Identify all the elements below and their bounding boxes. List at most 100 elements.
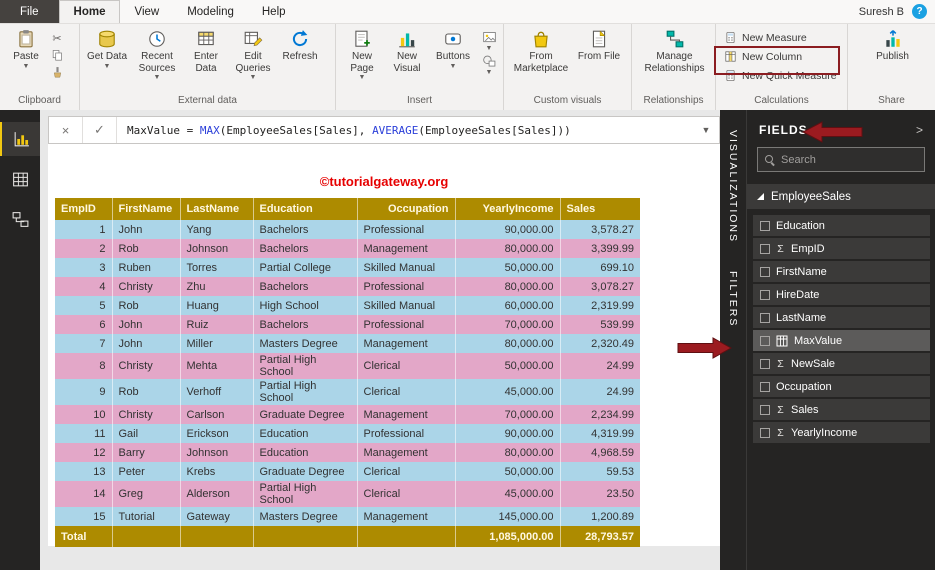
collapse-pane-chevron[interactable]: > — [916, 123, 923, 137]
cell-education: Masters Degree — [253, 507, 358, 526]
fields-table-employeesales[interactable]: EmployeeSales — [747, 184, 935, 209]
field-checkbox[interactable] — [760, 243, 770, 254]
tab-modeling[interactable]: Modeling — [173, 0, 248, 23]
field-item[interactable]: Σ LastName — [753, 307, 930, 328]
get-data-button[interactable]: Get Data ▼ — [84, 27, 130, 70]
field-checkbox[interactable] — [760, 266, 770, 277]
field-checkbox[interactable] — [760, 358, 770, 369]
share-group-label: Share — [878, 95, 905, 106]
formula-text: MaxValue = — [127, 123, 200, 137]
cell-lastname: Huang — [180, 296, 254, 315]
total-empty — [180, 526, 254, 547]
from-marketplace-button[interactable]: From Marketplace — [508, 27, 574, 74]
formula-bar: × ✓ MaxValue = MAX (EmployeeSales[Sales],… — [48, 116, 720, 144]
new-column-icon — [725, 51, 736, 62]
manage-relationships-button[interactable]: Manage Relationships — [636, 27, 713, 74]
formula-text: (EmployeeSales[Sales])) — [418, 123, 571, 137]
buttons-button[interactable]: Buttons ▼ — [430, 27, 476, 70]
signed-in-user[interactable]: Suresh B — [859, 6, 904, 18]
cell-education: High School — [253, 296, 358, 315]
new-quick-measure-button[interactable]: New Quick Measure — [720, 66, 841, 85]
cell-yearlyincome: 145,000.00 — [455, 507, 561, 526]
image-button[interactable]: ▼ — [477, 30, 501, 52]
field-checkbox[interactable] — [760, 335, 770, 346]
from-file-label: From File — [577, 51, 621, 62]
table-row: 9 Rob Verhoff Partial High School Cleric… — [55, 379, 640, 405]
cell-education: Partial College — [253, 258, 358, 277]
cell-empid: 10 — [55, 405, 113, 424]
new-column-button[interactable]: New Column — [720, 47, 841, 66]
formula-input[interactable]: MaxValue = MAX (EmployeeSales[Sales], AVE… — [117, 117, 693, 143]
field-name: Sales — [791, 403, 819, 416]
field-item[interactable]: Σ Sales — [753, 399, 930, 420]
tab-view[interactable]: View — [120, 0, 173, 23]
data-view-button[interactable] — [0, 162, 40, 196]
visualizations-pane-tab[interactable]: VISUALIZATIONS — [727, 130, 739, 243]
field-item[interactable]: Σ NewSale — [753, 353, 930, 374]
field-checkbox[interactable] — [760, 289, 770, 300]
field-item[interactable]: Σ FirstName — [753, 261, 930, 282]
cell-lastname: Alderson — [180, 481, 254, 507]
search-input[interactable] — [781, 153, 923, 166]
help-icon[interactable]: ? — [912, 4, 927, 19]
edit-queries-button[interactable]: Edit Queries ▼ — [229, 27, 277, 81]
table-row: 5 Rob Huang High School Skilled Manual 6… — [55, 296, 640, 315]
new-visual-label: New Visual — [393, 51, 421, 74]
enter-data-button[interactable]: Enter Data — [184, 27, 228, 74]
new-measure-button[interactable]: New Measure — [720, 28, 841, 47]
cell-lastname: Zhu — [180, 277, 254, 296]
filters-pane-tab[interactable]: FILTERS — [727, 271, 739, 327]
from-file-button[interactable]: From File — [575, 27, 623, 63]
model-view-button[interactable] — [0, 202, 40, 236]
field-checkbox[interactable] — [760, 312, 770, 323]
shapes-button[interactable]: ▼ — [477, 54, 501, 76]
field-checkbox[interactable] — [760, 404, 770, 415]
new-measure-label: New Measure — [742, 31, 807, 44]
report-page: ©tutorialgateway.org EmpID FirstName LastN… — [48, 144, 720, 547]
sigma-icon: Σ — [777, 357, 784, 370]
enter-data-label: Enter Data — [194, 51, 218, 74]
cell-sales: 59.53 — [560, 462, 640, 481]
clipboard-group-label: Clipboard — [18, 95, 61, 106]
cell-firstname: Ruben — [112, 258, 181, 277]
tab-file[interactable]: File — [0, 0, 59, 23]
field-checkbox[interactable] — [760, 381, 770, 392]
refresh-icon — [292, 30, 308, 47]
commit-formula-button[interactable]: ✓ — [83, 117, 117, 143]
field-checkbox[interactable] — [760, 427, 770, 438]
new-visual-button[interactable]: New Visual — [385, 27, 429, 74]
field-item[interactable]: Σ YearlyIncome — [753, 422, 930, 443]
cell-education: Graduate Degree — [253, 405, 358, 424]
field-item[interactable]: Σ Education — [753, 215, 930, 236]
cancel-formula-button[interactable]: × — [49, 117, 83, 143]
total-label: Total — [55, 526, 113, 547]
publish-icon — [885, 30, 900, 47]
new-page-button[interactable]: New Page ▼ — [340, 27, 384, 81]
field-item[interactable]: Σ Occupation — [753, 376, 930, 397]
expand-collapse-icon[interactable] — [757, 193, 764, 200]
publish-button[interactable]: Publish — [869, 27, 917, 63]
tab-help[interactable]: Help — [248, 0, 300, 23]
cut-icon[interactable]: ✂ — [49, 31, 65, 45]
field-item[interactable]: Σ EmpID — [753, 238, 930, 259]
table-row: 8 Christy Mehta Partial High School Cler… — [55, 353, 640, 379]
formula-expand-chevron[interactable]: ▼ — [693, 117, 719, 143]
table-visual[interactable]: EmpID FirstName LastName Education Occupatio… — [55, 198, 640, 547]
copy-icon[interactable] — [49, 48, 65, 62]
field-checkbox[interactable] — [760, 220, 770, 231]
field-item[interactable]: Σ HireDate — [753, 284, 930, 305]
cell-lastname: Mehta — [180, 353, 254, 379]
field-item[interactable]: Σ MaxValue — [753, 330, 930, 351]
format-painter-icon[interactable] — [49, 65, 65, 79]
cell-yearlyincome: 50,000.00 — [455, 462, 561, 481]
report-view-button[interactable] — [0, 122, 40, 156]
paste-button[interactable]: Paste ▼ — [4, 27, 48, 70]
recent-sources-button[interactable]: Recent Sources ▼ — [131, 27, 183, 81]
cell-firstname: Barry — [112, 443, 181, 462]
tab-home[interactable]: Home — [58, 0, 121, 23]
field-name: MaxValue — [794, 334, 843, 347]
refresh-button[interactable]: Refresh — [278, 27, 322, 63]
cell-yearlyincome: 50,000.00 — [455, 353, 561, 379]
cell-sales: 24.99 — [560, 353, 640, 379]
